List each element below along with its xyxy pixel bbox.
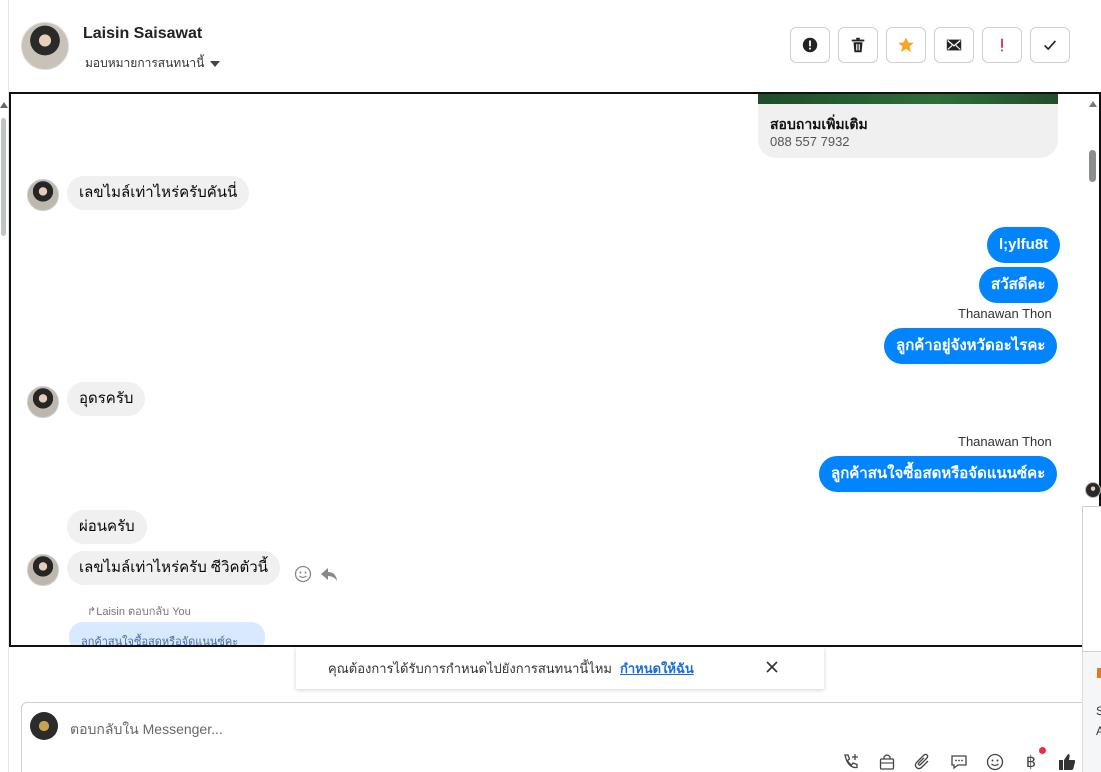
card-title: สอบถามเพิ่มเติม <box>770 116 868 132</box>
outgoing-message[interactable]: l;ylfu8t <box>987 227 1061 263</box>
card-banner-image <box>758 94 1058 104</box>
sender-avatar[interactable] <box>27 554 59 586</box>
mark-done-button[interactable] <box>1030 27 1070 63</box>
shared-card[interactable]: สอบถามเพิ่มเติม 088 557 7932 <box>758 94 1058 158</box>
star-icon <box>898 37 914 53</box>
close-icon[interactable] <box>764 659 780 675</box>
scroll-up-arrow-icon[interactable] <box>1089 101 1097 107</box>
outgoing-message[interactable]: ลูกค้าอยู่จังหวัดอะไรคะ <box>884 328 1058 364</box>
outgoing-message[interactable]: ลูกค้าสนใจซื้อสดหรือจัดแนนซ์คะ <box>819 456 1058 492</box>
reply-indicator: ↱Laisin ตอบกลับ You <box>87 606 191 618</box>
inbox-conversation-view: Laisin Saisawat มอบหมายการสนทนานี้ สอบถา… <box>0 0 1101 772</box>
exclamation-icon <box>1001 38 1003 52</box>
side-panel-icon <box>1097 668 1101 678</box>
payment-baht-icon[interactable]: ฿ <box>1020 747 1046 772</box>
scroll-up-arrow-icon[interactable] <box>0 102 8 108</box>
emoji-icon[interactable] <box>984 751 1006 772</box>
incoming-message[interactable]: อุดรครับ <box>67 382 146 416</box>
page-avatar <box>30 712 58 740</box>
react-smiley-icon[interactable] <box>293 564 313 584</box>
notification-dot <box>1039 747 1046 754</box>
contact-avatar[interactable] <box>21 22 69 70</box>
delete-button[interactable] <box>838 27 878 63</box>
call-icon[interactable] <box>840 751 862 772</box>
alert-circle-icon <box>802 37 818 53</box>
check-icon <box>1044 40 1057 51</box>
scrollbar-thumb[interactable] <box>1 118 6 236</box>
attachment-icon[interactable] <box>912 751 934 772</box>
left-scrollbar[interactable] <box>0 0 9 772</box>
contact-name[interactable]: Laisin Saisawat <box>83 25 202 43</box>
side-panel <box>1082 506 1101 652</box>
trash-icon <box>851 37 865 53</box>
side-panel-info: S A <box>1082 652 1101 772</box>
message-thread[interactable]: สอบถามเพิ่มเติม 088 557 7932 เลขไมล์เท่า… <box>9 92 1101 647</box>
shopping-bag-icon[interactable] <box>876 751 898 772</box>
message-tools <box>293 564 339 584</box>
outgoing-message[interactable]: สวัสดีคะ <box>979 267 1058 303</box>
caret-down-icon <box>210 60 221 67</box>
sender-avatar[interactable] <box>27 386 59 418</box>
card-phone: 088 557 7932 <box>770 134 850 149</box>
reply-arrow-icon[interactable] <box>319 564 339 584</box>
scrollbar-thumb[interactable] <box>1089 150 1096 182</box>
quoted-message[interactable]: ลูกค้าสนใจซื้อสดหรือจัดแนนซ์คะ <box>69 622 265 645</box>
conversation-header: Laisin Saisawat มอบหมายการสนทนานี้ <box>9 0 1101 92</box>
assign-to-me-link[interactable]: กำหนดให้ฉัน <box>620 658 694 679</box>
assign-prompt-text: คุณต้องการได้รับการกำหนดไปยังการสนทนานี้… <box>328 660 612 676</box>
assign-label: มอบหมายการสนทนานี้ <box>85 56 205 70</box>
assign-prompt: คุณต้องการได้รับการกำหนดไปยังการสนทนานี้… <box>296 647 824 689</box>
reply-small-icon: ↱ <box>87 606 97 618</box>
star-button[interactable] <box>886 27 926 63</box>
follow-up-button[interactable] <box>982 27 1022 63</box>
reply-input[interactable]: ตอบกลับใน Messenger... <box>70 719 223 741</box>
header-actions <box>790 27 1070 63</box>
incoming-message[interactable]: เลขไมล์เท่าไหร่ครับ ซีวิคตัวนี้ <box>67 551 280 585</box>
side-panel-text-s: S <box>1096 704 1101 718</box>
like-thumbs-up-icon[interactable] <box>1056 751 1078 772</box>
side-panel-text-a: A <box>1096 724 1101 738</box>
sender-avatar[interactable] <box>27 179 59 211</box>
mark-spam-button[interactable] <box>790 27 830 63</box>
incoming-message[interactable]: เลขไมล์เท่าไหร่ครับคันนี่ <box>67 176 250 210</box>
assign-dropdown[interactable]: มอบหมายการสนทนานี้ <box>85 54 221 73</box>
sender-name: Thanawan Thon <box>958 306 1052 321</box>
sender-name: Thanawan Thon <box>958 434 1052 449</box>
reply-composer[interactable]: ตอบกลับใน Messenger... ฿ <box>21 702 1091 772</box>
saved-replies-icon[interactable] <box>948 751 970 772</box>
composer-toolbar: ฿ <box>840 747 1078 772</box>
mail-icon <box>946 39 962 51</box>
incoming-message[interactable]: ผ่อนครับ <box>67 510 147 544</box>
baht-symbol: ฿ <box>1025 754 1037 771</box>
side-panel-avatar[interactable] <box>1085 482 1101 498</box>
mark-unread-button[interactable] <box>934 27 974 63</box>
